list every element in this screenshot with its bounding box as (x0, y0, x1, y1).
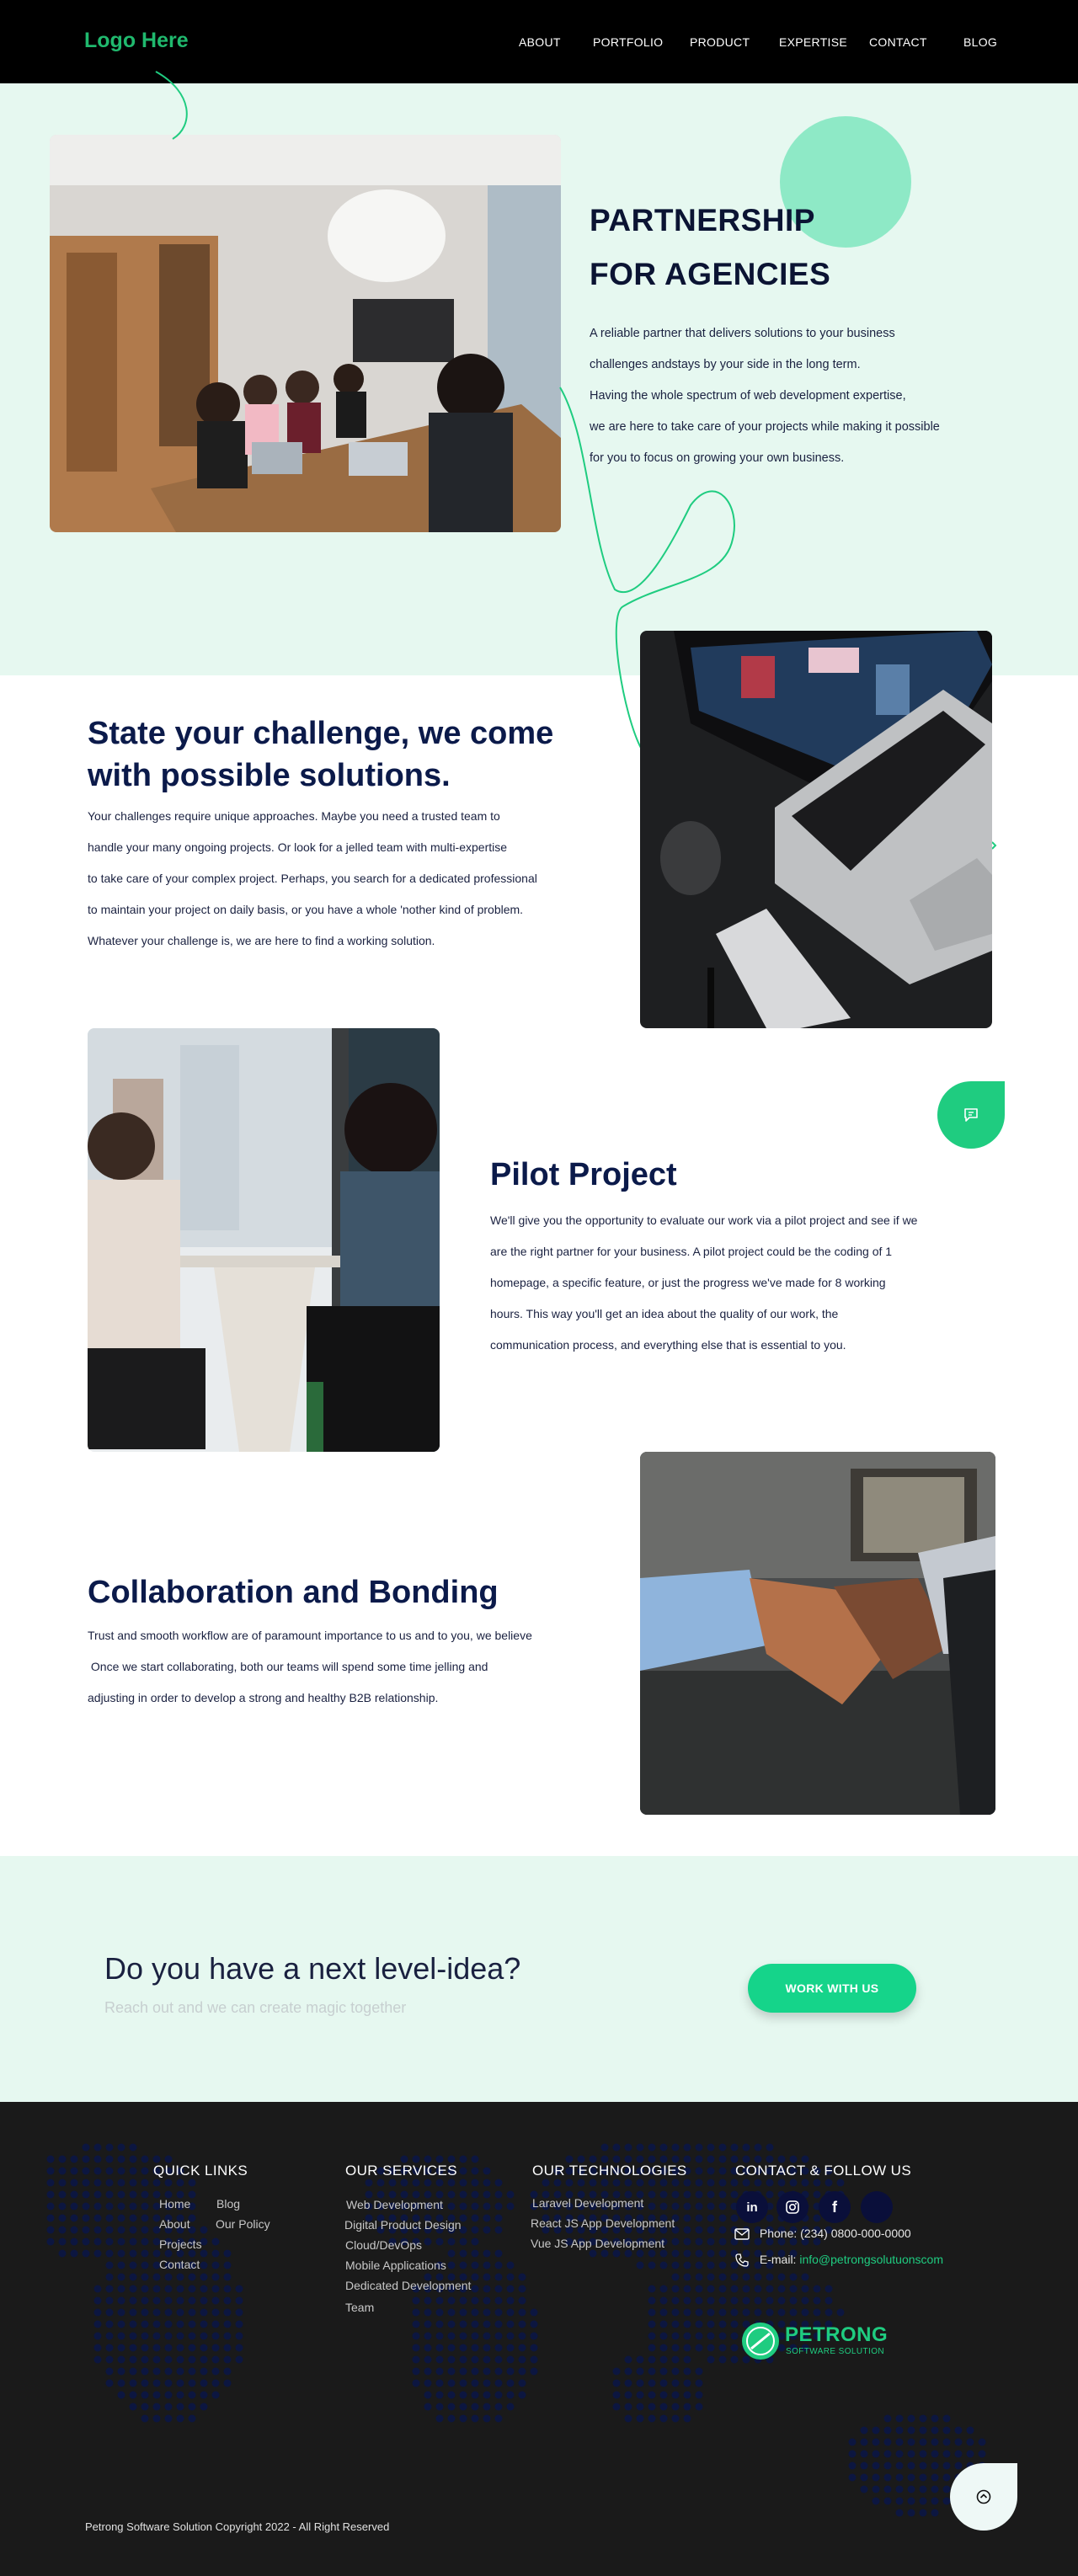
contact-heading: CONTACT & FOLLOW US (735, 2163, 912, 2179)
challenge-description: Your challenges require unique approache… (88, 801, 627, 957)
phone-icon (735, 2253, 749, 2267)
footer-service-item[interactable]: Digital Product Design (344, 2218, 462, 2232)
challenge-title: State your challenge, we come with possi… (88, 712, 553, 797)
services-heading: OUR SERVICES (345, 2163, 457, 2179)
footer-tech-item[interactable]: React JS App Development (531, 2216, 675, 2230)
chat-icon (964, 1108, 978, 1122)
challenge-text-line: Whatever your challenge is, we are here … (88, 934, 435, 947)
challenge-text-line: to maintain your project on daily basis,… (88, 903, 524, 916)
phone-text: Phone: (234) 0800-000-0000 (759, 2227, 911, 2240)
pilot-text-line: We'll give you the opportunity to evalua… (490, 1213, 918, 1227)
linkedin-button[interactable]: in (736, 2191, 768, 2223)
work-with-us-button[interactable]: WORK WITH US (748, 1964, 916, 2013)
collab-title: Collaboration and Bonding (88, 1575, 499, 1610)
collab-description: Trust and smooth workflow are of paramou… (88, 1620, 627, 1714)
pilot-text-line: communication process, and everything el… (490, 1338, 846, 1352)
petrong-logo[interactable]: PETRONG SOFTWARE SOLUTION (741, 2322, 910, 2360)
pilot-title: Pilot Project (490, 1157, 677, 1192)
footer-link-policy[interactable]: Our Policy (216, 2217, 270, 2231)
email-link[interactable]: info@petrongsolutuonscom (799, 2253, 943, 2266)
footer-service-item[interactable]: Web Development (346, 2198, 443, 2211)
collab-text-line: Trust and smooth workflow are of paramou… (88, 1629, 532, 1642)
petrong-logo-mark (742, 2323, 779, 2360)
pilot-text-line: homepage, a specific feature, or just th… (490, 1276, 886, 1289)
contact-phone: Phone: (234) 0800-000-0000 (734, 2227, 911, 2240)
footer-service-item[interactable]: Mobile Applications (345, 2259, 446, 2272)
envelope-icon (734, 2228, 750, 2240)
footer-service-item[interactable]: Dedicated Development (345, 2279, 471, 2292)
footer-link-blog[interactable]: Blog (216, 2197, 240, 2211)
linkedin-icon: in (746, 2200, 758, 2215)
footer-service-item[interactable]: Cloud/DevOps (345, 2238, 422, 2252)
arrow-up-icon (976, 2489, 991, 2504)
collab-text-line: Once we start collaborating, both our te… (88, 1660, 488, 1673)
email-label: E-mail: (759, 2253, 800, 2266)
footer-tech-item[interactable]: Vue JS App Development (531, 2237, 664, 2250)
laptop-photo (640, 631, 992, 1028)
footer-link-projects[interactable]: Projects (159, 2237, 202, 2251)
quick-links-heading: QUICK LINKS (153, 2163, 248, 2179)
social-button-extra[interactable] (861, 2191, 893, 2223)
chat-button[interactable] (937, 1081, 1005, 1149)
meeting-two-people-photo (88, 1028, 440, 1452)
instagram-icon (786, 2200, 799, 2214)
facebook-button[interactable]: f (819, 2191, 851, 2223)
footer-service-item[interactable]: Team (345, 2301, 374, 2314)
collab-text-line: adjusting in order to develop a strong a… (88, 1691, 439, 1704)
challenge-text-line: to take care of your complex project. Pe… (88, 872, 537, 885)
pilot-text-line: hours. This way you'll get an idea about… (490, 1307, 839, 1320)
scroll-top-button[interactable] (950, 2463, 1017, 2531)
challenge-text-line: Your challenges require unique approache… (88, 809, 500, 823)
petrong-logo-tagline: SOFTWARE SOLUTION (786, 2347, 884, 2356)
pilot-text-line: are the right partner for your business.… (490, 1245, 893, 1258)
challenge-title-line2: with possible solutions. (88, 758, 451, 793)
footer-link-contact[interactable]: Contact (159, 2258, 200, 2271)
footer-tech-item[interactable]: Laravel Development (532, 2196, 643, 2210)
technologies-heading: OUR TECHNOLOGIES (532, 2163, 687, 2179)
instagram-button[interactable] (776, 2191, 808, 2223)
copyright-text: Petrong Software Solution Copyright 2022… (85, 2520, 390, 2533)
footer-link-home[interactable]: Home (159, 2197, 190, 2211)
cta-subtitle: Reach out and we can create magic togeth… (104, 1999, 407, 2016)
contact-email: E-mail: info@petrongsolutuonscom (734, 2253, 943, 2268)
pilot-description: We'll give you the opportunity to evalua… (490, 1205, 1012, 1361)
footer-link-about[interactable]: About (159, 2217, 190, 2231)
challenge-title-line1: State your challenge, we come (88, 716, 554, 751)
facebook-icon: f (832, 2198, 837, 2216)
cta-title: Do you have a next level-idea? (104, 1951, 521, 1986)
petrong-logo-name: PETRONG (785, 2323, 889, 2346)
challenge-text-line: handle your many ongoing projects. Or lo… (88, 840, 508, 854)
handshake-photo (640, 1452, 995, 1815)
